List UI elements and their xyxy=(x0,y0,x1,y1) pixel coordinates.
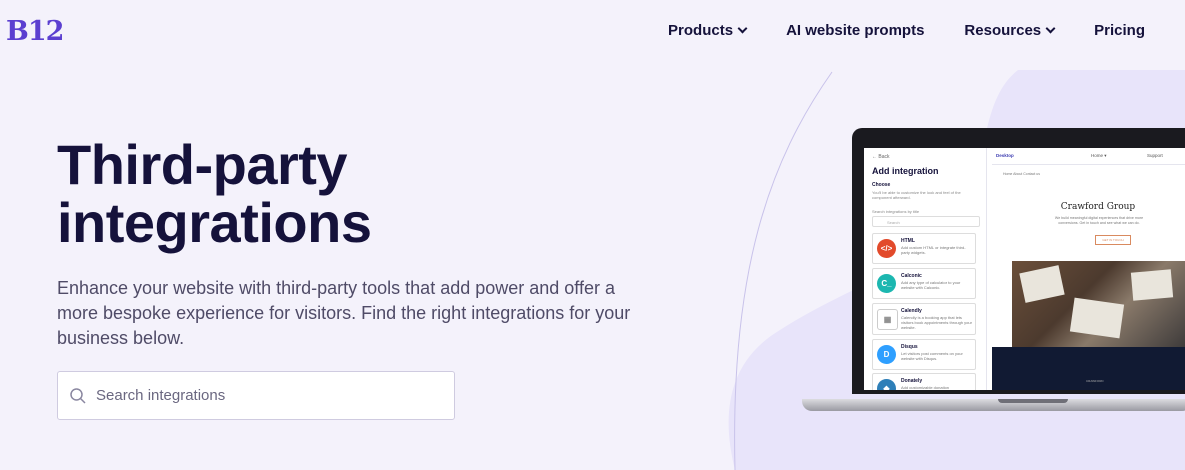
integration-card: C_ Calconic Add any type of calculator t… xyxy=(872,268,976,299)
search-input[interactable] xyxy=(94,386,438,405)
integration-desc: Let visitors post comments on your websi… xyxy=(901,351,963,361)
integration-desc: Add any type of calculator to your websi… xyxy=(901,280,961,290)
choose-description: You'll be able to customize the look and… xyxy=(872,190,961,200)
integration-name: Calconic xyxy=(901,273,922,279)
panel-search-label: Search integrations by title xyxy=(872,209,920,214)
integration-name: Disqus xyxy=(901,344,918,350)
disqus-icon: D xyxy=(877,345,896,364)
nav-resources-label: Resources xyxy=(964,22,1042,39)
integration-card: </> HTML Add custom HTML or integrate th… xyxy=(872,233,976,264)
page-select: Home ▾ xyxy=(1091,153,1107,158)
site-subtitle: We build meaningful digital experiences … xyxy=(1054,216,1144,225)
integration-name: Donately xyxy=(901,378,923,384)
laptop-screen: ← Back Add integration Choose You'll be … xyxy=(864,148,1185,390)
desktop-toggle: Desktop xyxy=(996,153,1014,158)
calendly-icon: ▦ xyxy=(877,309,898,330)
search-icon xyxy=(70,387,86,404)
nav-pricing[interactable]: Pricing xyxy=(1094,22,1145,39)
panel-title: Add integration xyxy=(872,166,939,176)
chevron-down-icon xyxy=(1045,23,1056,34)
support-link: Support xyxy=(1147,153,1163,158)
nav-ai-prompts-label: AI website prompts xyxy=(786,22,925,39)
site-hero-image xyxy=(1012,261,1185,347)
nav-ai-website-prompts[interactable]: AI website prompts xyxy=(786,22,924,39)
site-footer-text: CRAWFORD xyxy=(1086,379,1104,383)
nav-pricing-label: Pricing xyxy=(1094,22,1145,39)
page-title: Third-party integrations xyxy=(57,133,372,254)
integration-card: D Disqus Let visitors post comments on y… xyxy=(872,339,976,370)
panel-search-input: Search xyxy=(872,216,980,227)
donately-icon: ◆ xyxy=(877,379,896,390)
b12-logo[interactable]: B12 xyxy=(6,16,64,47)
integration-desc: Calendly is a booking app that lets visi… xyxy=(901,315,972,330)
integration-card: ▦ Calendly Calendly is a booking app tha… xyxy=(872,303,976,335)
title-line-1: Third-party xyxy=(57,133,348,196)
nav-products-label: Products xyxy=(668,22,734,39)
laptop-base xyxy=(802,399,1185,411)
site-title: Crawford Group xyxy=(1060,202,1136,212)
nav-resources[interactable]: Resources xyxy=(964,22,1056,39)
integration-desc: Add custom HTML or integrate third-party… xyxy=(901,245,966,255)
main-nav: Products AI website prompts Resources Pr… xyxy=(628,22,1145,39)
integration-card: ◆ Donately Add customizable donation xyxy=(872,373,976,390)
site-cta-button: GET IN TOUCH xyxy=(1095,235,1131,245)
integration-name: Calendly xyxy=(901,308,922,314)
choose-label: Choose xyxy=(872,182,891,188)
laptop-hinge xyxy=(998,399,1068,403)
nav-products[interactable]: Products xyxy=(668,22,748,39)
back-link: ← Back xyxy=(872,154,890,160)
integration-name: HTML xyxy=(901,238,915,244)
search-box[interactable] xyxy=(57,371,455,420)
title-line-2: integrations xyxy=(57,191,372,254)
integration-desc: Add customizable donation xyxy=(901,385,950,390)
preview-toolbar: Desktop Home ▾ Support xyxy=(992,148,1185,165)
calconic-icon: C_ xyxy=(877,274,896,293)
site-footer: CRAWFORD xyxy=(992,347,1185,390)
hero-description: Enhance your website with third-party to… xyxy=(57,278,631,348)
chevron-down-icon xyxy=(737,23,748,34)
website-preview: Desktop Home ▾ Support Home About Contac… xyxy=(992,148,1185,390)
html-icon: </> xyxy=(877,239,896,258)
site-nav: Home About Contact us xyxy=(1003,172,1040,176)
integration-panel: ← Back Add integration Choose You'll be … xyxy=(864,148,987,390)
